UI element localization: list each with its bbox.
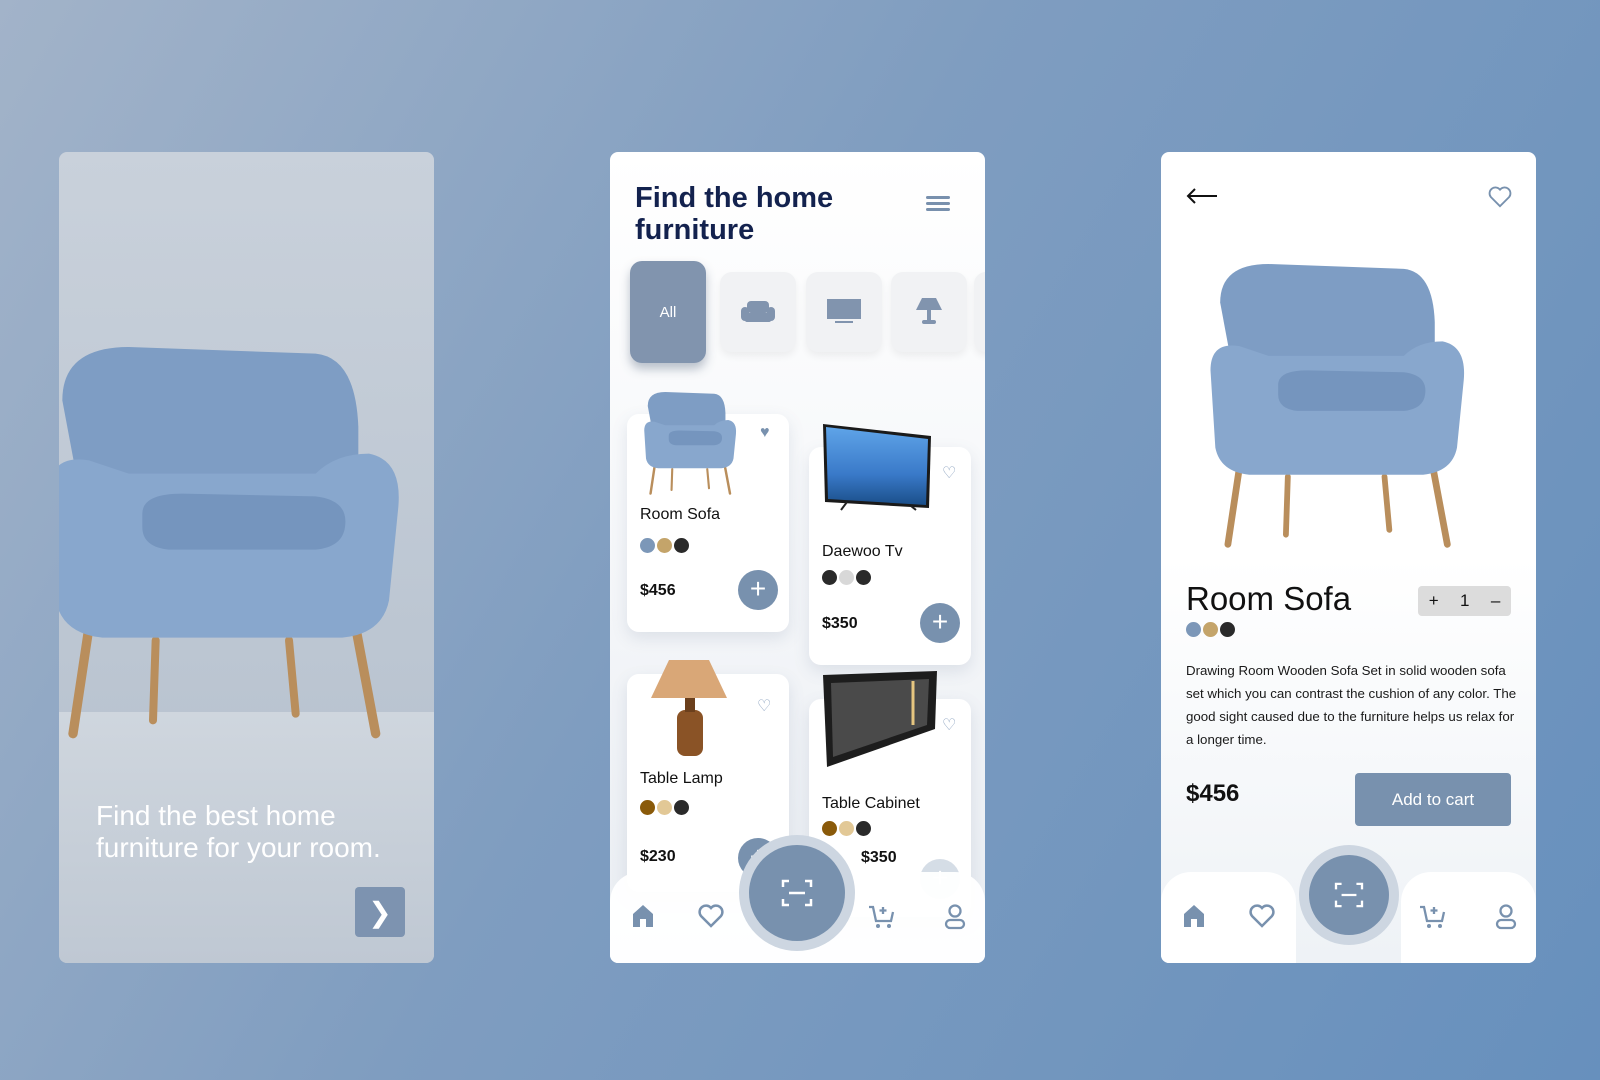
- product-image: [651, 660, 727, 756]
- onboarding-screen: Find the best home furniture for your ro…: [59, 152, 434, 963]
- category-label: All: [659, 303, 677, 321]
- color-swatch[interactable]: [822, 570, 837, 585]
- color-swatch[interactable]: [822, 821, 837, 836]
- heart-filled-icon[interactable]: ♥: [760, 424, 770, 442]
- lamp-icon: [916, 298, 942, 324]
- product-card[interactable]: ♡ Daewoo Tv $350 +: [809, 424, 971, 665]
- product-name: Table Lamp: [640, 770, 723, 787]
- tv-icon: [827, 299, 861, 323]
- product-name: Room Sofa: [1186, 580, 1352, 617]
- heart-icon[interactable]: [698, 904, 724, 928]
- back-arrow-icon[interactable]: [1186, 188, 1218, 204]
- add-button[interactable]: +: [738, 570, 778, 610]
- cart-icon[interactable]: [868, 904, 896, 930]
- color-swatch[interactable]: [674, 538, 689, 553]
- increment-button[interactable]: +: [1429, 591, 1439, 611]
- decrement-button[interactable]: –: [1491, 591, 1500, 611]
- color-swatch[interactable]: [1186, 622, 1201, 637]
- armchair-icon: [741, 301, 775, 322]
- heart-icon[interactable]: ♡: [757, 696, 771, 716]
- product-name: Daewoo Tv: [822, 543, 903, 560]
- chevron-right-icon: ❯: [368, 896, 392, 928]
- color-options: [822, 821, 871, 836]
- heart-icon[interactable]: [1488, 186, 1512, 208]
- onboarding-headline: Find the best home furniture for your ro…: [96, 800, 381, 863]
- color-swatch[interactable]: [657, 538, 672, 553]
- user-icon[interactable]: [944, 904, 966, 930]
- product-price: $350: [861, 849, 897, 866]
- color-swatch[interactable]: [674, 800, 689, 815]
- product-image: [1206, 264, 1476, 554]
- catalog-screen: Find the home furniture All ♥ Room Sofa …: [610, 152, 985, 963]
- product-price: $456: [640, 582, 676, 599]
- color-options: [822, 570, 871, 585]
- color-swatch[interactable]: [640, 800, 655, 815]
- user-icon[interactable]: [1495, 904, 1517, 930]
- color-swatch[interactable]: [856, 570, 871, 585]
- color-swatch[interactable]: [640, 538, 655, 553]
- scan-icon: [781, 879, 813, 907]
- product-price: $230: [640, 848, 676, 865]
- category-tv[interactable]: [806, 272, 882, 352]
- product-image: [823, 424, 931, 511]
- product-detail-screen: Room Sofa +1 – Drawing Room Wooden Sofa S…: [1161, 152, 1536, 963]
- product-price: $350: [822, 615, 858, 632]
- home-icon[interactable]: [631, 904, 655, 928]
- product-card[interactable]: ♥ Room Sofa $456 +: [627, 392, 789, 632]
- cart-icon[interactable]: [1419, 904, 1447, 930]
- menu-icon[interactable]: [926, 196, 950, 214]
- heart-icon[interactable]: ♡: [942, 715, 956, 735]
- product-name: Table Cabinet: [822, 795, 920, 812]
- category-lamp[interactable]: [891, 272, 967, 352]
- color-options: [640, 538, 689, 553]
- product-image: [643, 392, 738, 495]
- scan-button[interactable]: [1309, 855, 1389, 935]
- armchair-image: [59, 322, 409, 772]
- heart-icon[interactable]: ♡: [942, 463, 956, 483]
- scan-icon: [1334, 882, 1364, 908]
- color-swatch[interactable]: [839, 570, 854, 585]
- color-options: [640, 800, 689, 815]
- category-all[interactable]: All: [630, 261, 706, 363]
- category-more[interactable]: [974, 272, 985, 352]
- page-title: Find the home furniture: [635, 182, 834, 246]
- category-sofa[interactable]: [720, 272, 796, 352]
- color-swatch[interactable]: [657, 800, 672, 815]
- color-swatch[interactable]: [839, 821, 854, 836]
- home-icon[interactable]: [1182, 904, 1206, 928]
- product-image: [823, 671, 937, 767]
- scan-button[interactable]: [749, 845, 845, 941]
- next-button[interactable]: ❯: [355, 887, 405, 937]
- color-swatch[interactable]: [856, 821, 871, 836]
- heart-icon[interactable]: [1249, 904, 1275, 928]
- product-name: Room Sofa: [640, 506, 721, 523]
- quantity-value: 1: [1460, 591, 1470, 610]
- color-swatch[interactable]: [1203, 622, 1218, 637]
- add-to-cart-button[interactable]: Add to cart: [1355, 773, 1511, 826]
- quantity-stepper: +1 –: [1418, 586, 1511, 616]
- add-button[interactable]: +: [920, 603, 960, 643]
- color-swatch[interactable]: [1220, 622, 1235, 637]
- product-description: Drawing Room Wooden Sofa Set in solid wo…: [1186, 663, 1517, 747]
- color-options: [1186, 622, 1235, 637]
- product-price: $456: [1186, 780, 1240, 807]
